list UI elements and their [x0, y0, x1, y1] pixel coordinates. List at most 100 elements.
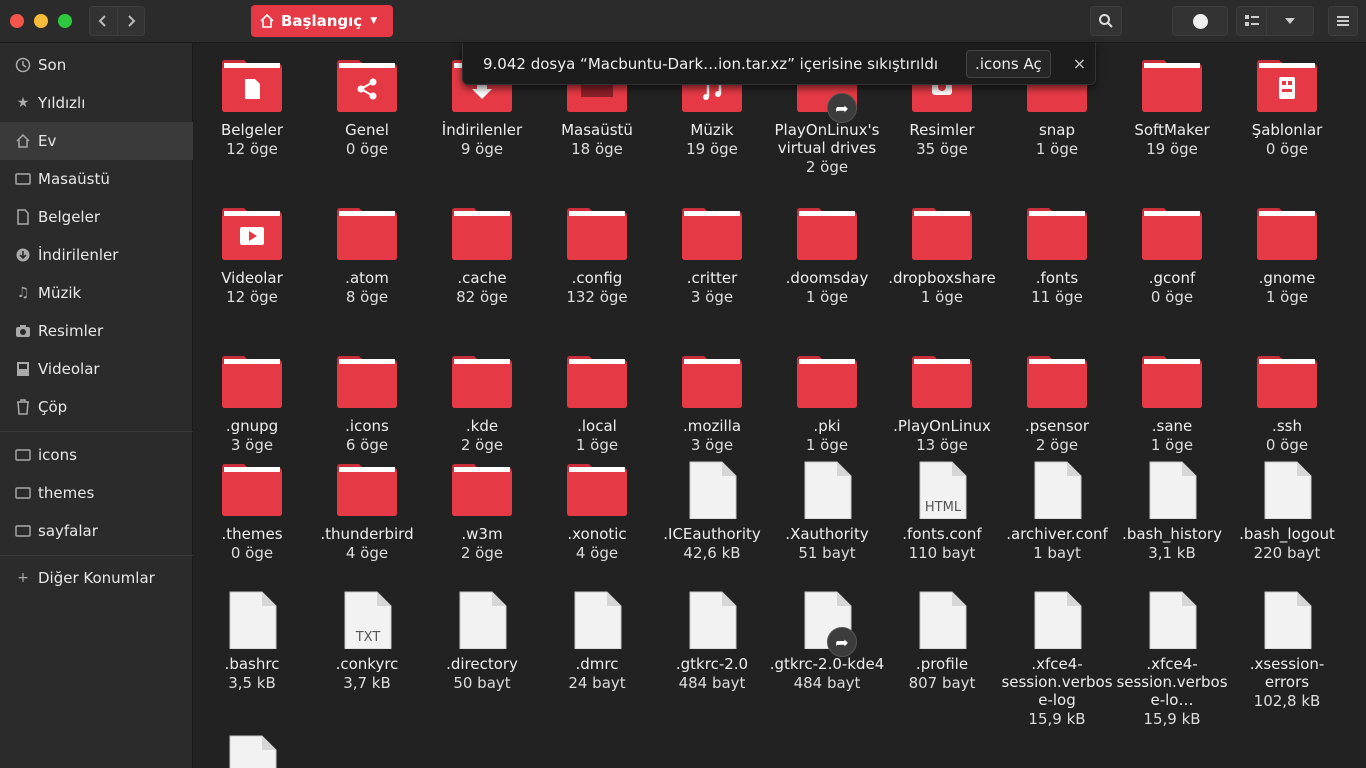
item-size: 35 öge: [916, 140, 968, 158]
trash-icon: [14, 399, 32, 415]
file-icon: [1140, 461, 1204, 520]
folder-item[interactable]: .local 1 öge: [539, 353, 655, 455]
window-close-button[interactable]: [10, 14, 24, 28]
close-icon[interactable]: ×: [1073, 54, 1086, 73]
file-item[interactable]: .dmrc 24 bayt: [539, 591, 655, 693]
sidebar-item-videos[interactable]: Videolar: [0, 350, 193, 388]
folder-item[interactable]: .thunderbird 4 öge: [309, 461, 425, 563]
sidebar-bookmark-icons[interactable]: icons: [0, 436, 193, 474]
item-name: .cache: [457, 269, 507, 287]
sidebar-bookmark-sayfalar[interactable]: sayfalar: [0, 512, 193, 550]
sidebar-item-pictures[interactable]: Resimler: [0, 312, 193, 350]
path-bar-home-button[interactable]: Başlangıç ▼: [251, 5, 393, 37]
search-button[interactable]: [1090, 6, 1122, 36]
folder-item[interactable]: .psensor 2 öge: [999, 353, 1115, 455]
file-item[interactable]: TXT .conkyrc 3,7 kB: [309, 591, 425, 693]
folder-icon: [795, 353, 859, 411]
window-minimize-button[interactable]: [34, 14, 48, 28]
folder-item[interactable]: .cache 82 öge: [424, 205, 540, 307]
sidebar-item-other-locations[interactable]: + Diğer Konumlar: [0, 559, 193, 597]
item-size: 1 öge: [1035, 140, 1079, 158]
sidebar-item-music[interactable]: ♫ Müzik: [0, 274, 193, 312]
file-item[interactable]: .bash_history 3,1 kB: [1114, 461, 1230, 563]
main-menu-button[interactable]: [1328, 6, 1358, 36]
file-item[interactable]: .ICEauthority 42,6 kB: [654, 461, 770, 563]
folder-item[interactable]: SoftMaker 19 öge: [1114, 57, 1230, 159]
sidebar-item-documents[interactable]: Belgeler: [0, 198, 193, 236]
back-button[interactable]: [90, 7, 117, 35]
file-item[interactable]: HTML .fonts.conf 110 bayt: [884, 461, 1000, 563]
list-view-button[interactable]: [1237, 7, 1267, 35]
file-item[interactable]: .directory 50 bayt: [424, 591, 540, 693]
sidebar-item-label: Belgeler: [38, 208, 100, 226]
folder-item[interactable]: .sane 1 öge: [1114, 353, 1230, 455]
file-item[interactable]: .xfce4-session.verbose-log 15,9 kB: [999, 591, 1115, 729]
sidebar-item-trash[interactable]: Çöp: [0, 388, 193, 426]
item-size: 2 öge: [460, 544, 504, 562]
desktop-icon: [14, 171, 32, 187]
folder-item[interactable]: .mozilla 3 öge: [654, 353, 770, 455]
item-name: .sane: [1151, 417, 1193, 435]
window-maximize-button[interactable]: [58, 14, 72, 28]
folder-item[interactable]: Genel 0 öge: [309, 57, 425, 159]
folder-item[interactable]: .w3m 2 öge: [424, 461, 540, 563]
circle-icon: [1192, 13, 1208, 29]
item-name: .ICEauthority: [663, 525, 761, 543]
item-name: .doomsday: [785, 269, 869, 287]
file-item[interactable]: [194, 735, 310, 768]
video-icon: [14, 361, 32, 377]
folder-item[interactable]: .fonts 11 öge: [999, 205, 1115, 307]
folder-item[interactable]: .icons 6 öge: [309, 353, 425, 455]
folder-item[interactable]: .kde 2 öge: [424, 353, 540, 455]
sidebar-item-recent[interactable]: Son: [0, 46, 193, 84]
item-size: 110 bayt: [908, 544, 976, 562]
item-size: 1 öge: [805, 288, 849, 306]
sidebar-item-label: icons: [38, 446, 77, 464]
folder-item[interactable]: Şablonlar 0 öge: [1229, 57, 1345, 159]
folder-icon: [14, 523, 32, 539]
file-icon: [680, 461, 744, 520]
file-item[interactable]: .bashrc 3,5 kB: [194, 591, 310, 693]
forward-button[interactable]: [116, 7, 144, 35]
sidebar-item-starred[interactable]: ★ Yıldızlı: [0, 84, 193, 122]
sidebar-item-desktop[interactable]: Masaüstü: [0, 160, 193, 198]
file-item[interactable]: .xsession-errors 102,8 kB: [1229, 591, 1345, 711]
sidebar-item-label: sayfalar: [38, 522, 98, 540]
folder-item[interactable]: .xonotic 4 öge: [539, 461, 655, 563]
folder-item[interactable]: Belgeler 12 öge: [194, 57, 310, 159]
folder-item[interactable]: .dropboxshare 1 öge: [884, 205, 1000, 307]
folder-item[interactable]: Videolar 12 öge: [194, 205, 310, 307]
sidebar-item-downloads[interactable]: İndirilenler: [0, 236, 193, 274]
sidebar-bookmark-themes[interactable]: themes: [0, 474, 193, 512]
item-name: snap: [1038, 121, 1076, 139]
file-item[interactable]: .profile 807 bayt: [884, 591, 1000, 693]
folder-item[interactable]: .atom 8 öge: [309, 205, 425, 307]
folder-icon: [1255, 353, 1319, 411]
sidebar-item-home[interactable]: Ev: [0, 122, 193, 160]
file-item[interactable]: .gtkrc-2.0 484 bayt: [654, 591, 770, 693]
folder-item[interactable]: .pki 1 öge: [769, 353, 885, 455]
folder-item[interactable]: .gnome 1 öge: [1229, 205, 1345, 307]
zoom-toggle-button[interactable]: [1172, 6, 1228, 36]
folder-item[interactable]: .gconf 0 öge: [1114, 205, 1230, 307]
open-folder-button[interactable]: .icons Aç: [966, 49, 1051, 78]
file-item[interactable]: .archiver.conf 1 bayt: [999, 461, 1115, 563]
folder-icon: [795, 205, 859, 263]
folder-item[interactable]: .ssh 0 öge: [1229, 353, 1345, 455]
folder-icon: [220, 205, 284, 263]
item-size: 18 öge: [571, 140, 623, 158]
file-item[interactable]: .bash_logout 220 bayt: [1229, 461, 1345, 563]
folder-item[interactable]: .PlayOnLinux 13 öge: [884, 353, 1000, 455]
file-item[interactable]: ➦ .gtkrc-2.0-kde4 484 bayt: [769, 591, 885, 693]
view-dropdown-button[interactable]: [1267, 7, 1313, 35]
file-item[interactable]: .Xauthority 51 bayt: [769, 461, 885, 563]
file-item[interactable]: .xfce4-session.verbose-lo… 15,9 kB: [1114, 591, 1230, 729]
folder-item[interactable]: .gnupg 3 öge: [194, 353, 310, 455]
item-name: .fonts.conf: [902, 525, 982, 543]
header-bar: Başlangıç ▼: [0, 0, 1366, 43]
folder-item[interactable]: .doomsday 1 öge: [769, 205, 885, 307]
folder-item[interactable]: .critter 3 öge: [654, 205, 770, 307]
item-size: 3,1 kB: [1148, 544, 1196, 562]
folder-item[interactable]: .themes 0 öge: [194, 461, 310, 563]
folder-item[interactable]: .config 132 öge: [539, 205, 655, 307]
